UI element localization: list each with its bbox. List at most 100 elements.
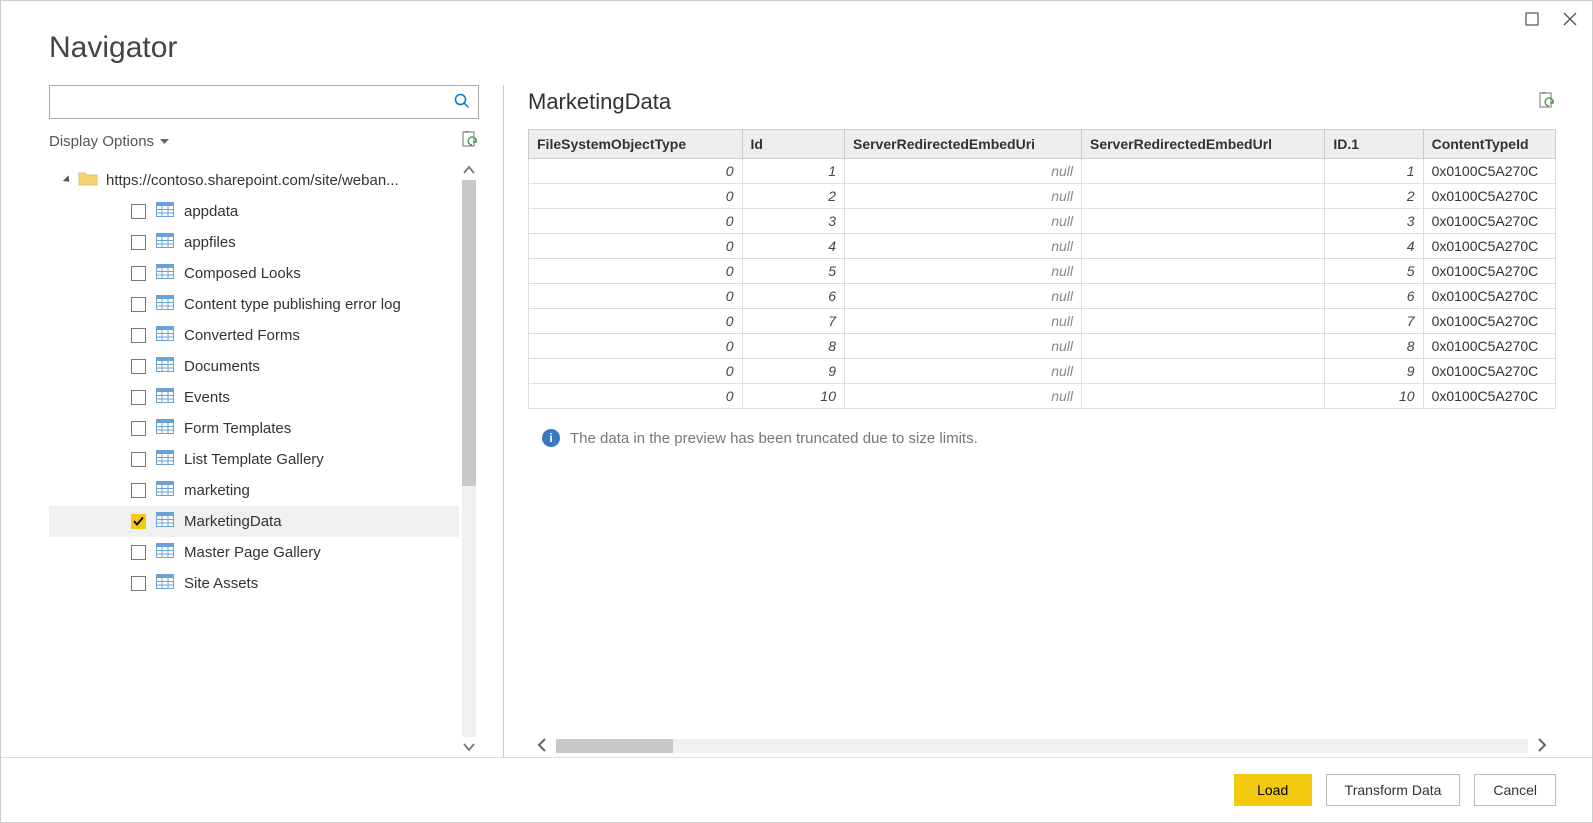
table-row[interactable]: 04null40x0100C5A270C xyxy=(529,234,1556,259)
table-row[interactable]: 01null10x0100C5A270C xyxy=(529,159,1556,184)
checkbox[interactable] xyxy=(131,545,146,560)
checkbox[interactable] xyxy=(131,390,146,405)
search-box[interactable] xyxy=(49,85,479,119)
table-icon xyxy=(156,574,174,593)
load-button[interactable]: Load xyxy=(1234,774,1312,806)
tree-item[interactable]: Content type publishing error log xyxy=(49,289,459,320)
checkbox[interactable] xyxy=(131,421,146,436)
table-row[interactable]: 02null20x0100C5A270C xyxy=(529,184,1556,209)
table-cell: 9 xyxy=(1325,359,1423,384)
checkbox[interactable] xyxy=(131,266,146,281)
table-cell: 4 xyxy=(742,234,844,259)
info-icon: i xyxy=(542,429,560,447)
refresh-tree-icon[interactable] xyxy=(461,131,479,152)
checkbox[interactable] xyxy=(131,204,146,219)
tree-item[interactable]: Converted Forms xyxy=(49,320,459,351)
tree-item[interactable]: marketing xyxy=(49,475,459,506)
table-icon xyxy=(156,419,174,438)
table-cell: 9 xyxy=(742,359,844,384)
scroll-thumb[interactable] xyxy=(462,180,476,486)
table-cell: null xyxy=(844,209,1081,234)
tree-item-label: Converted Forms xyxy=(184,327,300,344)
table-cell xyxy=(1081,259,1324,284)
table-row[interactable]: 010null100x0100C5A270C xyxy=(529,384,1556,409)
checkbox[interactable] xyxy=(131,514,146,529)
table-cell: 0 xyxy=(529,359,743,384)
table-row[interactable]: 06null60x0100C5A270C xyxy=(529,284,1556,309)
tree-item-label: Content type publishing error log xyxy=(184,296,401,313)
table-row[interactable]: 09null90x0100C5A270C xyxy=(529,359,1556,384)
table-cell: null xyxy=(844,284,1081,309)
preview-hscrollbar[interactable] xyxy=(528,735,1556,757)
tree-item-label: Documents xyxy=(184,358,260,375)
table-cell: 0 xyxy=(529,159,743,184)
scroll-down-icon[interactable] xyxy=(463,737,475,757)
table-cell: 8 xyxy=(1325,334,1423,359)
table-row[interactable]: 07null70x0100C5A270C xyxy=(529,309,1556,334)
table-cell: 1 xyxy=(1325,159,1423,184)
table-row[interactable]: 08null80x0100C5A270C xyxy=(529,334,1556,359)
table-row[interactable]: 05null50x0100C5A270C xyxy=(529,259,1556,284)
tree-item-label: List Template Gallery xyxy=(184,451,324,468)
close-icon[interactable] xyxy=(1560,9,1580,29)
table-row[interactable]: 03null30x0100C5A270C xyxy=(529,209,1556,234)
table-cell: 0 xyxy=(529,284,743,309)
checkbox[interactable] xyxy=(131,235,146,250)
tree-item[interactable]: List Template Gallery xyxy=(49,444,459,475)
checkbox[interactable] xyxy=(131,359,146,374)
checkbox[interactable] xyxy=(131,483,146,498)
column-header[interactable]: ContentTypeId xyxy=(1423,130,1555,159)
checkbox[interactable] xyxy=(131,576,146,591)
tree-item-label: Master Page Gallery xyxy=(184,544,321,561)
tree-item[interactable]: appdata xyxy=(49,196,459,227)
refresh-preview-icon[interactable] xyxy=(1538,92,1556,113)
tree-item[interactable]: Master Page Gallery xyxy=(49,537,459,568)
tree-item-label: appfiles xyxy=(184,234,236,251)
scroll-right-icon[interactable] xyxy=(1528,736,1556,757)
column-header[interactable]: Id xyxy=(742,130,844,159)
table-icon xyxy=(156,388,174,407)
preview-pane: MarketingData FileSystemObjectTypeIdServ… xyxy=(504,85,1556,757)
table-icon xyxy=(156,233,174,252)
tree-item[interactable]: Documents xyxy=(49,351,459,382)
tree-item[interactable]: Site Assets xyxy=(49,568,459,599)
tree-item-label: MarketingData xyxy=(184,513,282,530)
column-header[interactable]: ID.1 xyxy=(1325,130,1423,159)
tree-root[interactable]: https://contoso.sharepoint.com/site/weba… xyxy=(49,164,459,196)
tree-item[interactable]: Form Templates xyxy=(49,413,459,444)
scroll-left-icon[interactable] xyxy=(528,736,556,757)
table-cell: null xyxy=(844,234,1081,259)
table-cell xyxy=(1081,184,1324,209)
tree-item[interactable]: Composed Looks xyxy=(49,258,459,289)
table-cell: 2 xyxy=(1325,184,1423,209)
tree-item[interactable]: Events xyxy=(49,382,459,413)
transform-data-button[interactable]: Transform Data xyxy=(1326,774,1461,806)
table-icon xyxy=(156,326,174,345)
tree-scrollbar[interactable] xyxy=(459,160,479,757)
tree-item-label: Events xyxy=(184,389,230,406)
tree-item[interactable]: MarketingData xyxy=(49,506,459,537)
expand-caret-icon[interactable] xyxy=(63,175,72,184)
tree-item[interactable]: appfiles xyxy=(49,227,459,258)
checkbox[interactable] xyxy=(131,297,146,312)
navigator-tree-pane: Display Options https://contoso.sharepoi… xyxy=(49,85,504,757)
search-icon[interactable] xyxy=(454,93,478,112)
column-header[interactable]: ServerRedirectedEmbedUri xyxy=(844,130,1081,159)
column-header[interactable]: FileSystemObjectType xyxy=(529,130,743,159)
table-cell: 8 xyxy=(742,334,844,359)
checkbox[interactable] xyxy=(131,328,146,343)
table-cell: 6 xyxy=(742,284,844,309)
hscroll-thumb[interactable] xyxy=(556,739,673,753)
table-cell: 0x0100C5A270C xyxy=(1423,259,1555,284)
table-cell: null xyxy=(844,184,1081,209)
tree-item-label: Composed Looks xyxy=(184,265,301,282)
checkbox[interactable] xyxy=(131,452,146,467)
table-cell: 0x0100C5A270C xyxy=(1423,209,1555,234)
table-cell: 0 xyxy=(529,209,743,234)
scroll-up-icon[interactable] xyxy=(463,160,475,180)
cancel-button[interactable]: Cancel xyxy=(1474,774,1556,806)
column-header[interactable]: ServerRedirectedEmbedUrl xyxy=(1081,130,1324,159)
search-input[interactable] xyxy=(50,86,454,118)
display-options-dropdown[interactable]: Display Options xyxy=(49,133,169,150)
maximize-icon[interactable] xyxy=(1522,9,1542,29)
